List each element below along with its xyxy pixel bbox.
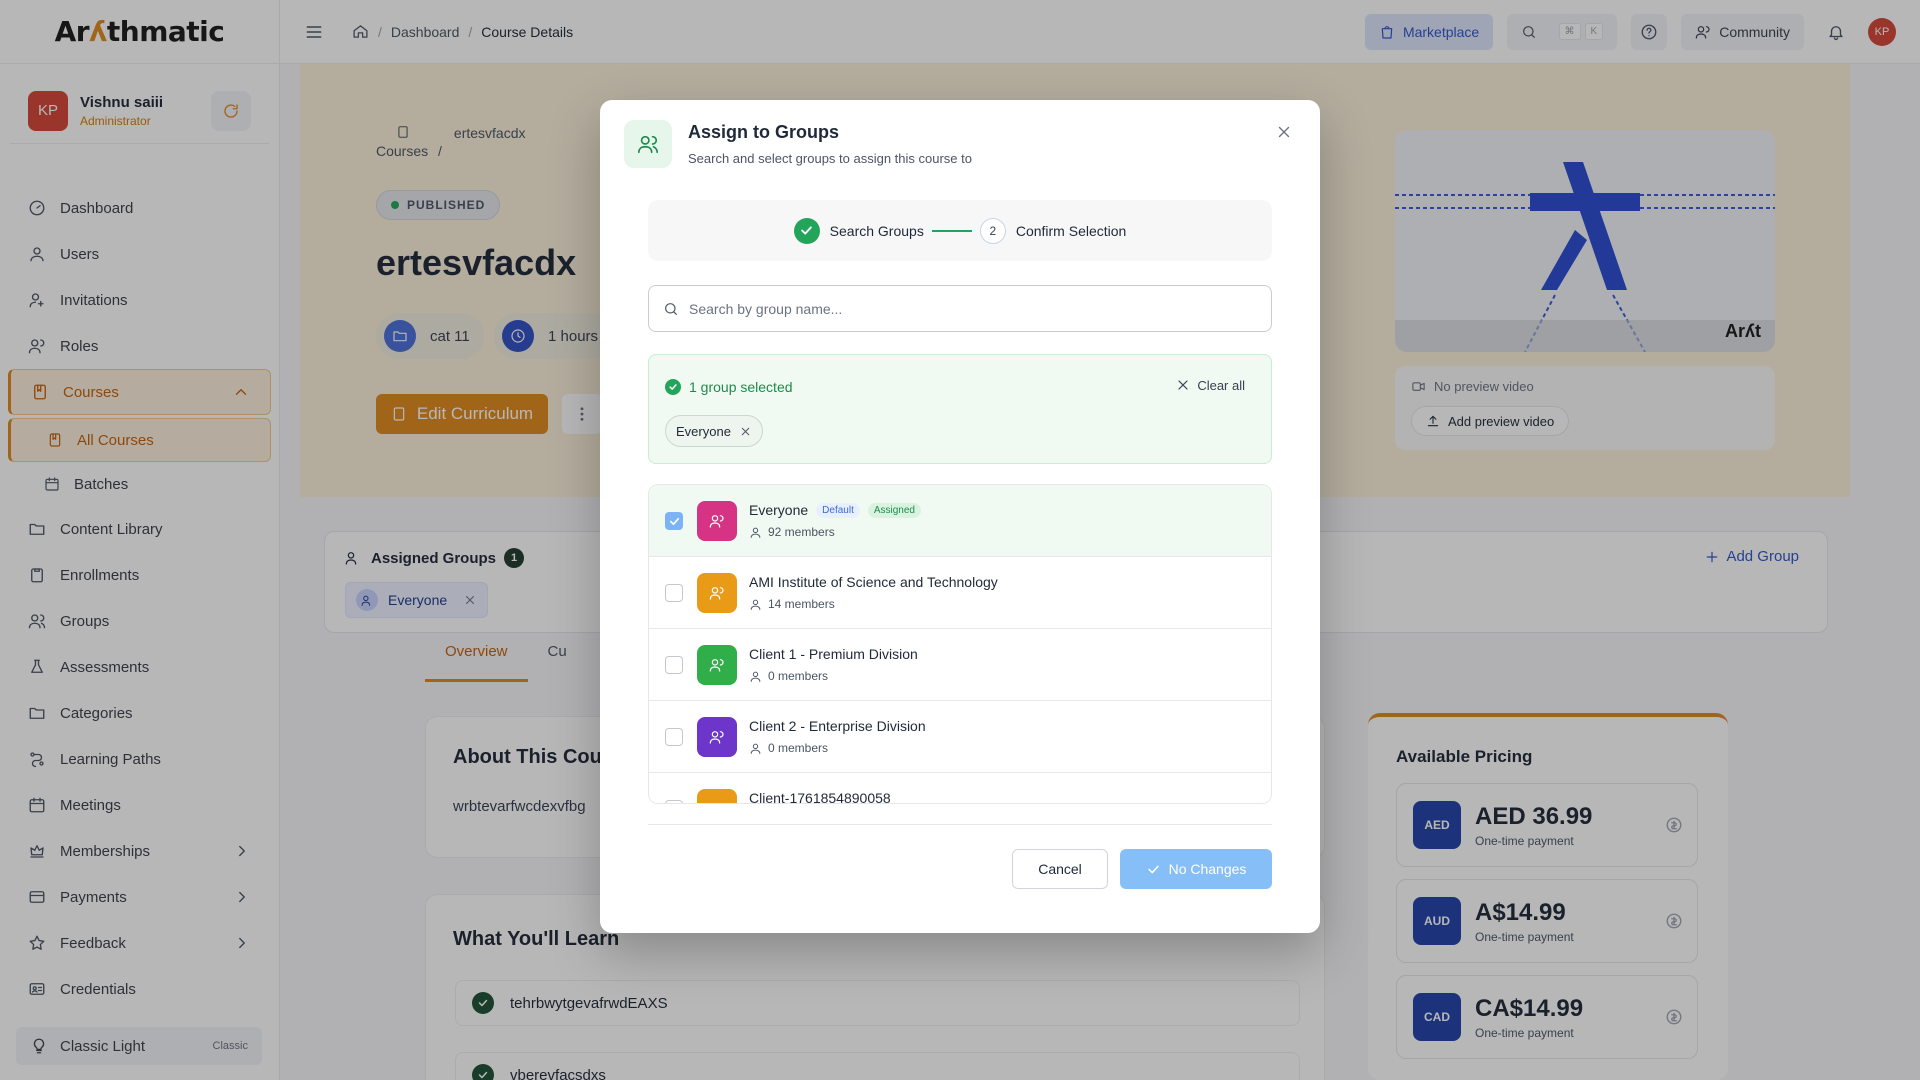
group-members: 14 members (768, 597, 835, 611)
group-list: Everyone Default Assigned 92 members AMI… (648, 484, 1272, 804)
groups-icon (709, 659, 724, 672)
modal-close-button[interactable] (1272, 120, 1296, 144)
close-icon (1178, 380, 1188, 390)
group-checkbox[interactable] (665, 728, 683, 746)
group-checkbox[interactable] (665, 800, 683, 803)
group-row-everyone[interactable]: Everyone Default Assigned 92 members (649, 485, 1271, 557)
group-members: 0 members (768, 669, 829, 683)
step-confirm-selection: Confirm Selection (1015, 222, 1127, 239)
user-icon (750, 743, 761, 754)
confirm-button[interactable]: No Changes (1120, 849, 1272, 889)
user-icon (750, 671, 761, 682)
step-indicator: Search Groups 2 Confirm Selection (648, 200, 1272, 261)
user-icon (750, 527, 761, 538)
group-search-field[interactable] (648, 285, 1272, 332)
group-row-client-2[interactable]: Client 2 - Enterprise Division 0 members (649, 701, 1271, 773)
step-complete-icon (793, 217, 820, 244)
assigned-badge: Assigned (867, 502, 921, 518)
groups-icon (709, 515, 724, 528)
remove-chip-icon[interactable] (739, 425, 752, 438)
clear-all-button[interactable]: Clear all (1175, 377, 1245, 393)
selected-count: 1 group selected (689, 379, 793, 395)
step-number: 2 (979, 217, 1006, 244)
check-icon (669, 517, 679, 525)
check-circle-icon (665, 379, 681, 395)
close-icon (1278, 126, 1290, 138)
group-name: Client-1761854890058 (749, 790, 891, 804)
check-icon (801, 226, 812, 235)
selected-group-chip: Everyone (665, 415, 763, 447)
group-avatar (697, 789, 737, 804)
user-icon (750, 599, 761, 610)
group-row-client-1[interactable]: Client 1 - Premium Division 0 members (649, 629, 1271, 701)
group-avatar (697, 573, 737, 613)
modal-subtitle: Search and select groups to assign this … (688, 151, 972, 166)
cancel-button[interactable]: Cancel (1012, 849, 1108, 889)
group-name: Client 1 - Premium Division (749, 646, 918, 662)
search-icon (665, 302, 677, 315)
group-name: AMI Institute of Science and Technology (749, 574, 998, 590)
modal-header-icon (624, 120, 672, 168)
assign-groups-modal: Assign to Groups Search and select group… (600, 100, 1320, 933)
groups-icon (709, 731, 724, 744)
group-row-ami-institute[interactable]: AMI Institute of Science and Technology … (649, 557, 1271, 629)
groups-icon (709, 587, 724, 600)
group-checkbox[interactable] (665, 584, 683, 602)
groups-icon (709, 801, 725, 804)
group-checkbox[interactable] (665, 512, 683, 530)
check-icon (1147, 865, 1159, 873)
selection-summary: 1 group selected Clear all Everyone (648, 354, 1272, 464)
group-avatar (697, 501, 737, 541)
group-name: Everyone (749, 502, 809, 518)
group-avatar (697, 717, 737, 757)
modal-title: Assign to Groups (688, 122, 840, 142)
group-members: 92 members (768, 525, 835, 539)
group-checkbox[interactable] (665, 656, 683, 674)
default-badge: Default (816, 502, 860, 518)
group-search-input[interactable] (689, 300, 1271, 317)
groups-icon (638, 135, 658, 154)
group-name: Client 2 - Enterprise Division (749, 718, 926, 734)
group-avatar (697, 645, 737, 685)
check-icon (669, 384, 677, 390)
group-members: 0 members (768, 741, 829, 755)
group-row-client-1761854890058[interactable]: Client-1761854890058 (649, 773, 1271, 804)
step-search-groups: Search Groups (829, 222, 924, 239)
